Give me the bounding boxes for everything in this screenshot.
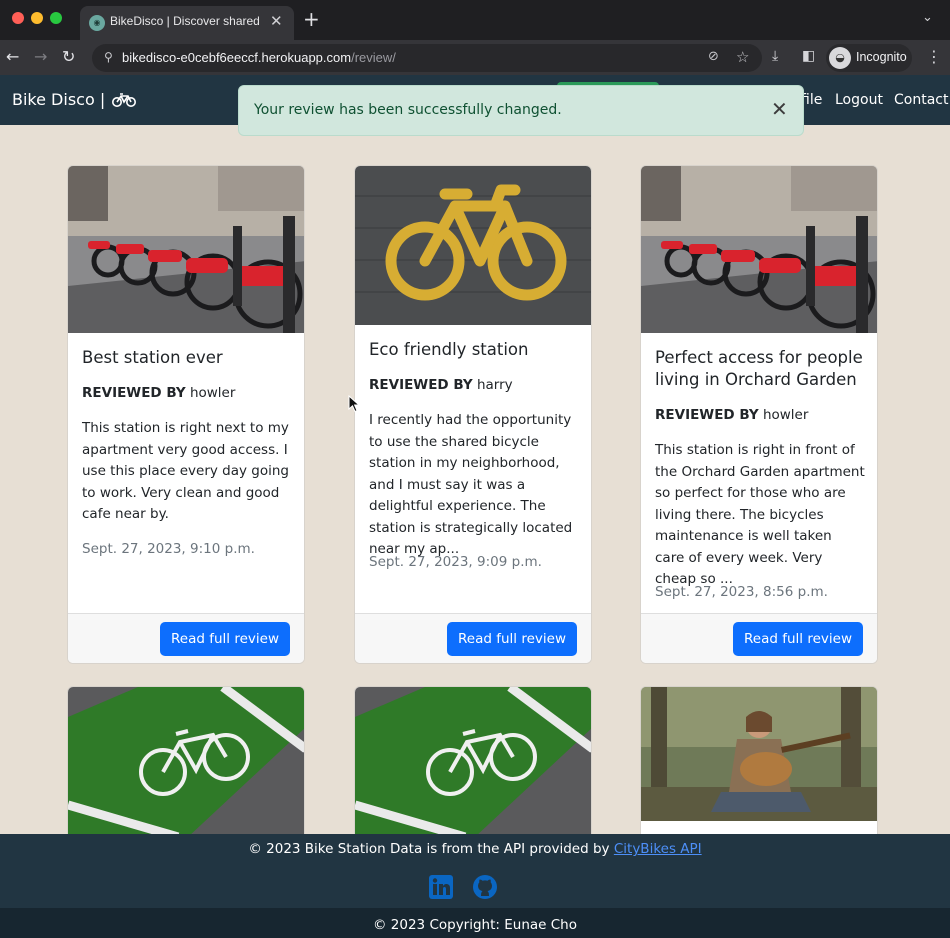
nav-profile-link[interactable]: file <box>801 92 822 108</box>
review-card-footer: Read full review <box>68 613 304 663</box>
read-full-review-button[interactable]: Read full review <box>447 622 577 656</box>
read-full-review-button[interactable]: Read full review <box>160 622 290 656</box>
nav-contact-link[interactable]: Contact <box>894 92 948 108</box>
url-host: bikedisco-e0cebf6eeccf.herokuapp.com <box>122 50 352 65</box>
window-minimize-control[interactable] <box>31 12 43 24</box>
review-title: Eco friendly station <box>369 340 529 359</box>
new-tab-icon[interactable]: + <box>303 8 320 30</box>
incognito-label: Incognito <box>856 50 907 64</box>
read-full-review-button[interactable]: Read full review <box>733 622 863 656</box>
green-bike-lane-photo <box>355 687 591 842</box>
browser-toolbar: ← → ↻ ⚲ bikedisco-e0cebf6eeccf.herokuapp… <box>0 40 950 75</box>
reviewer-name: howler <box>762 407 809 423</box>
site-info-icon[interactable]: ⚲ <box>104 50 113 64</box>
site-footer: © 2023 Bike Station Data is from the API… <box>0 834 950 908</box>
reviewed-by-label: REVIEWED BY <box>369 377 473 393</box>
review-author: REVIEWED BY harry <box>369 377 513 393</box>
bicycle-icon <box>112 93 137 107</box>
review-title: Best station ever <box>82 348 223 367</box>
review-author: REVIEWED BY howler <box>655 407 808 423</box>
review-card-footer: Read full review <box>355 613 591 663</box>
browser-menu-icon[interactable]: ⋮ <box>926 47 942 66</box>
reviewed-by-label: REVIEWED BY <box>655 407 759 423</box>
review-date: Sept. 27, 2023, 9:10 p.m. <box>82 541 255 557</box>
reviewer-name: howler <box>189 385 236 401</box>
review-author: REVIEWED BY howler <box>82 385 235 401</box>
review-card-image <box>355 166 591 325</box>
brand-text: Bike Disco | <box>12 90 106 109</box>
success-alert: Your review has been successfully change… <box>238 85 804 136</box>
linkedin-icon[interactable] <box>428 874 454 900</box>
alert-message: Your review has been successfully change… <box>254 102 562 118</box>
url-path: /review/ <box>351 50 396 65</box>
incognito-indicator[interactable]: ◒ Incognito <box>826 44 912 72</box>
download-icon[interactable]: ⤓ <box>772 48 778 64</box>
green-bike-lane-photo <box>68 687 304 842</box>
side-panel-icon[interactable]: ◧ <box>802 48 815 64</box>
review-card: Eco friendly station REVIEWED BY harry I… <box>354 165 592 664</box>
review-card-footer: Read full review <box>641 613 877 663</box>
review-card <box>354 686 592 856</box>
review-card-image <box>68 166 304 333</box>
bookmark-star-icon[interactable]: ☆ <box>736 48 749 66</box>
review-card: Perfect access for people living in Orch… <box>640 165 878 664</box>
forward-arrow-icon[interactable]: → <box>34 46 47 68</box>
bike-dock-photo <box>641 166 877 333</box>
url-text: bikedisco-e0cebf6eeccf.herokuapp.com/rev… <box>122 50 396 65</box>
back-arrow-icon[interactable]: ← <box>6 46 19 68</box>
copyright-bar: © 2023 Copyright: Eunae Cho <box>0 908 950 938</box>
guitar-player-photo <box>641 687 877 821</box>
review-card-image <box>641 166 877 333</box>
nav-logout-link[interactable]: Logout <box>835 92 883 108</box>
tab-title: BikeDisco | Discover shared bi <box>110 14 260 28</box>
site-favicon-icon: ◉ <box>89 15 105 31</box>
footer-credit-text: © 2023 Bike Station Data is from the API… <box>248 841 610 857</box>
review-card: Best station ever REVIEWED BY howler Thi… <box>67 165 305 664</box>
review-card <box>640 686 878 856</box>
github-icon[interactable] <box>472 874 498 900</box>
review-excerpt: I recently had the opportunity to use th… <box>369 412 573 557</box>
incognito-icon: ◒ <box>829 47 851 69</box>
reviewer-name: harry <box>476 377 513 393</box>
alert-close-icon[interactable]: ✕ <box>771 98 788 120</box>
browser-tab[interactable]: ◉ BikeDisco | Discover shared bi ✕ <box>80 6 294 40</box>
tab-search-chevron-icon[interactable]: ⌄ <box>922 10 933 25</box>
mouse-cursor-icon <box>348 395 360 413</box>
footer-credit: © 2023 Bike Station Data is from the API… <box>0 841 950 857</box>
tab-close-icon[interactable]: ✕ <box>270 12 283 30</box>
bike-lane-symbol-photo <box>355 166 591 325</box>
window-zoom-control[interactable] <box>50 12 62 24</box>
review-excerpt: This station is right next to my apartme… <box>82 420 289 522</box>
review-date: Sept. 27, 2023, 9:09 p.m. <box>369 554 542 570</box>
site-brand[interactable]: Bike Disco | <box>12 90 137 109</box>
citybikes-api-link[interactable]: CityBikes API <box>614 841 702 857</box>
window-close-control[interactable] <box>12 12 24 24</box>
reviewed-by-label: REVIEWED BY <box>82 385 186 401</box>
review-date: Sept. 27, 2023, 8:56 p.m. <box>655 584 828 600</box>
reload-icon[interactable]: ↻ <box>62 46 75 68</box>
tracking-protection-eye-icon[interactable]: ⊘ <box>708 49 719 64</box>
review-card <box>67 686 305 856</box>
bike-dock-photo <box>68 166 304 333</box>
browser-tab-bar: ◉ BikeDisco | Discover shared bi ✕ + ⌄ <box>0 0 950 40</box>
review-excerpt: This station is right in front of the Or… <box>655 442 865 587</box>
review-title: Perfect access for people living in Orch… <box>655 348 863 389</box>
address-bar[interactable]: ⚲ bikedisco-e0cebf6eeccf.herokuapp.com/r… <box>92 44 762 72</box>
